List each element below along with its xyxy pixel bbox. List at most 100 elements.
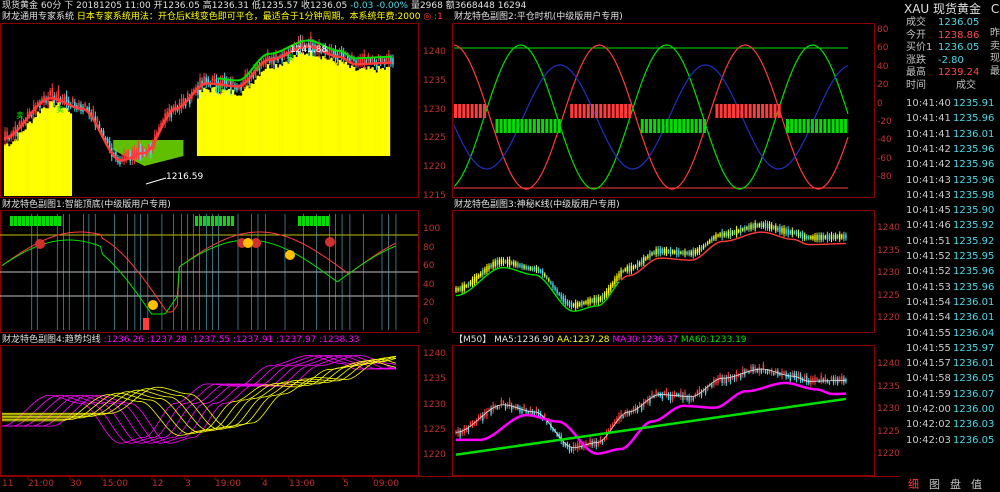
sub2-bar-down [815, 119, 819, 133]
tick-row[interactable]: 10:41:58 1236.05 [906, 371, 1000, 386]
ma-candle-body [663, 391, 666, 395]
ma-candle-body [752, 366, 754, 372]
sub3-candle-body [663, 249, 666, 254]
tick-row[interactable]: 10:41:52 1235.96 [906, 264, 1000, 279]
yellow-area [223, 89, 226, 156]
sub4-val-3: :1237.55 [189, 335, 231, 345]
tab-detail[interactable]: 细 [908, 478, 919, 491]
sub3-candle-body [725, 232, 727, 237]
ma-candle-body [711, 383, 713, 387]
tick-row[interactable]: 10:41:46 1235.92 [906, 218, 1000, 233]
sub3-candle-body [614, 278, 616, 285]
tick-price: 1235.90 [953, 205, 995, 217]
sub3-candle-body [729, 230, 732, 237]
tick-row[interactable]: 10:42:02 1236.03 [906, 417, 1000, 432]
tick-row[interactable]: 10:41:59 1236.07 [906, 387, 1000, 402]
tick-price: 1236.01 [953, 296, 995, 308]
tick-row[interactable]: 10:41:53 1235.96 [906, 280, 1000, 295]
ma30-line [456, 381, 846, 455]
sub3-candle-body [484, 268, 486, 273]
sub3-candle-body [812, 235, 814, 240]
sub3-candle-body [471, 278, 474, 285]
sub3-candle-body [541, 270, 544, 276]
tick-time: 10:41:43 [906, 189, 951, 201]
tick-row[interactable]: 10:41:40 1235.91 [906, 96, 1000, 111]
tick-row[interactable]: 10:41:42 1235.96 [906, 142, 1000, 157]
sub3-candle-body [671, 250, 674, 254]
sub3-candle-body [574, 302, 577, 308]
tick-row[interactable]: 10:41:55 1236.04 [906, 326, 1000, 341]
sub1-signal-block [58, 216, 61, 226]
tick-row[interactable]: 10:41:41 1235.96 [906, 111, 1000, 126]
tick-row[interactable]: 10:41:43 1235.98 [906, 188, 1000, 203]
tick-row[interactable]: 10:41:52 1235.95 [906, 249, 1000, 264]
yellow-area [274, 64, 278, 156]
yellow-area [34, 117, 38, 196]
ma-candle-body [622, 415, 624, 418]
sub2-bar-down [644, 119, 648, 133]
yellow-area [320, 59, 323, 156]
tick-row[interactable]: 10:41:51 1235.92 [906, 234, 1000, 249]
sub3-candle-body [626, 266, 628, 272]
yellow-area [268, 68, 272, 156]
tick-row[interactable]: 10:41:55 1235.97 [906, 341, 1000, 356]
candle-body [96, 117, 99, 122]
candle-body [49, 90, 51, 96]
y-tick-label: 20 [877, 80, 889, 91]
tick-row[interactable]: 10:42:00 1236.00 [906, 402, 1000, 417]
tab-value[interactable]: 值 [971, 478, 982, 491]
y-tick-label: 40 [877, 61, 889, 72]
tick-row[interactable]: 10:41:45 1235.90 [906, 203, 1000, 218]
sub1-signal-block [14, 216, 17, 226]
yellow-area [225, 90, 229, 156]
tab-book[interactable]: 盘 [950, 478, 961, 491]
sub3-candle-body [791, 229, 793, 235]
tick-row[interactable]: 10:41:42 1235.96 [906, 157, 1000, 172]
yellow-area [283, 62, 286, 156]
sub1-signal-block [306, 216, 309, 226]
yellow-area [285, 61, 288, 156]
yellow-area [293, 54, 296, 156]
yellow-area [357, 70, 360, 156]
sub3-candle-body [572, 303, 575, 307]
yellow-area [244, 87, 247, 156]
tick-row[interactable]: 10:42:03 1236.05 [906, 433, 1000, 448]
time-axis-label: 30 [70, 479, 82, 489]
sub1-signal-block [310, 216, 313, 226]
sub3-candle-body [820, 234, 822, 240]
yellow-area [242, 90, 245, 156]
sub4-val-5: :1237.97 [276, 335, 317, 345]
y-tick-label: 1230 [423, 104, 446, 115]
chart-canvas[interactable]: 1241.881216.59卖卖卖卖卖 [0, 0, 900, 492]
sub3-candle-body [746, 226, 748, 230]
yellow-area [281, 65, 284, 156]
tick-row[interactable]: 10:41:43 1235.96 [906, 173, 1000, 188]
sub3-candle-body [475, 275, 478, 281]
tick-row[interactable]: 10:41:54 1236.01 [906, 295, 1000, 310]
sub3-candle-body [552, 283, 554, 288]
candle-body [203, 76, 205, 84]
tab-chart[interactable]: 图 [929, 478, 940, 491]
sub3-candle-body [461, 285, 463, 292]
sub3-candle-body [783, 227, 785, 234]
tick-row[interactable]: 10:41:54 1236.01 [906, 310, 1000, 325]
y-tick-label: 80 [877, 25, 889, 35]
yellow-area [318, 56, 321, 156]
ma-panel-title-row: 【M50】 MA5:1236.90 AA:1237.28 MA30:1236.3… [454, 335, 747, 346]
sub2-bar-down [790, 119, 794, 133]
quote-header: XAU 现货黄金 C [904, 0, 999, 17]
tick-price: 1236.00 [953, 404, 995, 415]
yellow-area [65, 107, 68, 196]
tick-header-time: 时间 [906, 80, 926, 91]
sub2-bar-up [470, 104, 474, 118]
candle-body [92, 108, 95, 116]
sub3-candle-body [647, 255, 649, 259]
tick-row[interactable]: 10:41:41 1236.01 [906, 127, 1000, 142]
sub2-bar-up [582, 104, 586, 118]
low-mark-line [145, 177, 167, 185]
sub2-title: 财龙特色副图2:平仓时机(中级版用户专用) [454, 12, 623, 22]
sub2-bar-down [507, 119, 511, 133]
tick-time: 10:41:45 [906, 205, 951, 217]
tick-row[interactable]: 10:41:57 1236.01 [906, 356, 1000, 371]
sub3-candle-body [480, 272, 482, 277]
